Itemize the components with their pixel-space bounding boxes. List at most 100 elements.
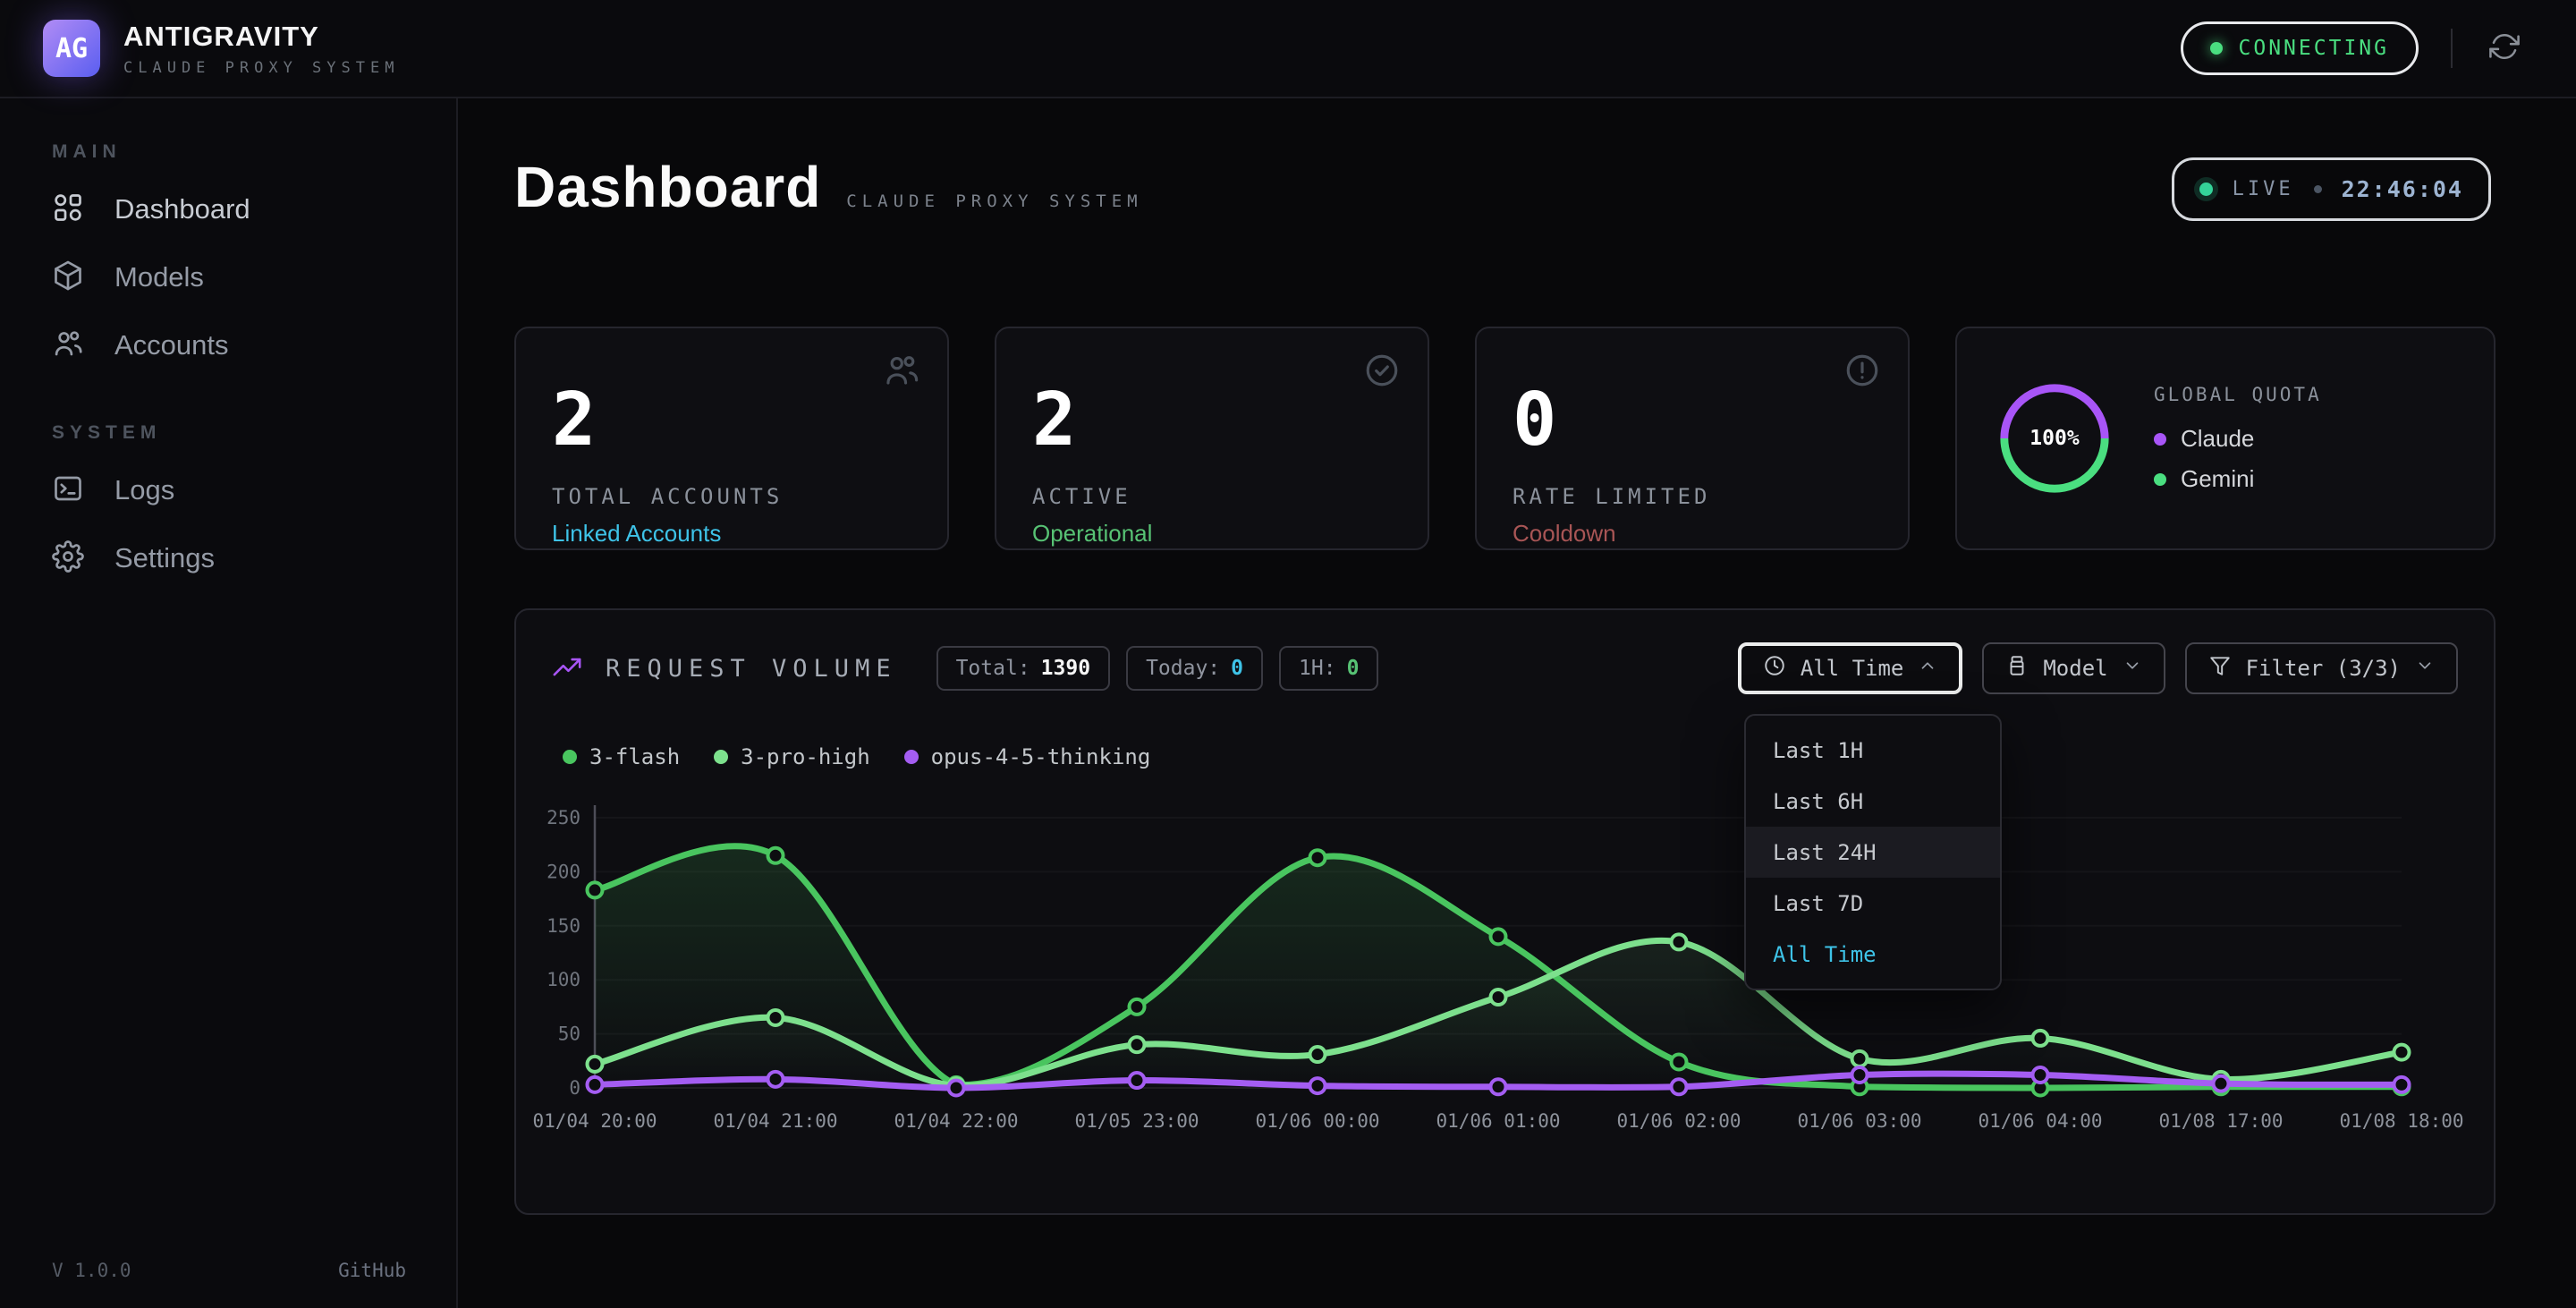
- data-point-3-flash[interactable]: [1491, 929, 1506, 944]
- menu-item-last-7d[interactable]: Last 7D: [1746, 878, 2000, 929]
- legend-dot-icon: [2154, 473, 2166, 486]
- data-point-3-pro-high[interactable]: [1130, 1037, 1145, 1052]
- data-point-3-flash[interactable]: [1130, 999, 1145, 1015]
- data-point-3-pro-high[interactable]: [588, 1057, 603, 1072]
- chart-legend-item-3-pro-high[interactable]: 3-pro-high: [714, 744, 870, 769]
- data-point-opus-4-5-thinking[interactable]: [1491, 1079, 1506, 1094]
- y-tick-label: 0: [569, 1077, 580, 1099]
- data-point-opus-4-5-thinking[interactable]: [768, 1072, 784, 1087]
- refresh-button[interactable]: [2485, 29, 2524, 68]
- data-point-3-pro-high[interactable]: [768, 1010, 784, 1025]
- data-point-3-flash[interactable]: [768, 848, 784, 863]
- quota-legend-label: Claude: [2181, 425, 2254, 453]
- app-logo: AG: [43, 20, 100, 77]
- refresh-icon: [2489, 31, 2520, 66]
- cube-icon: [52, 259, 84, 296]
- sidebar-item-accounts[interactable]: Accounts: [0, 311, 456, 379]
- global-quota-card: 100% GLOBAL QUOTA Claude Gemini: [1955, 327, 2496, 550]
- data-point-3-pro-high[interactable]: [1672, 934, 1687, 949]
- chart-legend-item-3-flash[interactable]: 3-flash: [563, 744, 680, 769]
- stat-label: ACTIVE: [1032, 484, 1392, 509]
- data-point-opus-4-5-thinking[interactable]: [1310, 1078, 1326, 1093]
- sidebar-item-logs[interactable]: Logs: [0, 456, 456, 524]
- data-point-opus-4-5-thinking[interactable]: [2033, 1067, 2048, 1083]
- data-point-opus-4-5-thinking[interactable]: [1852, 1067, 1868, 1083]
- status-dot-icon: [2210, 42, 2223, 55]
- time-range-dropdown[interactable]: All Time: [1738, 642, 1963, 694]
- app-version: V 1.0.0: [52, 1260, 131, 1281]
- data-point-opus-4-5-thinking[interactable]: [949, 1081, 964, 1096]
- data-point-3-flash[interactable]: [1310, 850, 1326, 865]
- data-point-opus-4-5-thinking[interactable]: [2214, 1076, 2229, 1091]
- sidebar-item-label: Accounts: [114, 329, 229, 361]
- volume-badge-total: Total:1390: [936, 646, 1110, 691]
- chart-legend-label: 3-flash: [589, 744, 680, 769]
- grid-icon: [52, 191, 84, 228]
- request-volume-title: REQUEST VOLUME: [606, 655, 897, 683]
- x-tick-label: 01/06 02:00: [1616, 1110, 1741, 1132]
- main-content: Dashboard CLAUDE PROXY SYSTEM LIVE 22:46…: [458, 98, 2576, 1308]
- quota-legend-label: Gemini: [2181, 465, 2254, 493]
- sidebar-item-dashboard[interactable]: Dashboard: [0, 175, 456, 243]
- x-tick-label: 01/06 04:00: [1978, 1110, 2102, 1132]
- data-point-opus-4-5-thinking[interactable]: [1672, 1079, 1687, 1094]
- chevron-down-icon: [2123, 656, 2142, 681]
- y-tick-label: 200: [547, 861, 580, 882]
- sidebar-item-settings[interactable]: Settings: [0, 524, 456, 592]
- x-tick-label: 01/05 23:00: [1074, 1110, 1199, 1132]
- sidebar-item-models[interactable]: Models: [0, 243, 456, 311]
- trending-up-icon: [552, 653, 582, 684]
- filter-dropdown[interactable]: Filter (3/3): [2185, 642, 2458, 694]
- quota-percent: 100%: [1993, 377, 2116, 500]
- quota-label: GLOBAL QUOTA: [2154, 384, 2322, 405]
- data-point-opus-4-5-thinking[interactable]: [1130, 1073, 1145, 1088]
- menu-item-last-1h[interactable]: Last 1H: [1746, 725, 2000, 776]
- check-circle-icon: [1363, 352, 1401, 389]
- data-point-3-pro-high[interactable]: [1310, 1047, 1326, 1062]
- data-point-3-flash[interactable]: [588, 882, 603, 897]
- stat-card-rate-limited: 0RATE LIMITEDCooldown: [1475, 327, 1910, 550]
- legend-dot-icon: [2154, 433, 2166, 446]
- y-tick-label: 250: [547, 807, 580, 828]
- chevron-down-icon: [2415, 656, 2435, 681]
- app-subtitle: CLAUDE PROXY SYSTEM: [123, 59, 399, 77]
- sidebar-item-label: Logs: [114, 474, 174, 506]
- filter-icon: [2208, 654, 2232, 683]
- sidebar-item-label: Settings: [114, 542, 215, 574]
- header-divider: [2451, 29, 2453, 68]
- model-dropdown[interactable]: Model: [1982, 642, 2165, 694]
- badge-label: Today:: [1146, 657, 1220, 680]
- data-point-opus-4-5-thinking[interactable]: [588, 1077, 603, 1092]
- connection-status-label: CONNECTING: [2239, 37, 2389, 60]
- terminal-icon: [52, 472, 84, 509]
- time-range-menu: Last 1HLast 6HLast 24HLast 7DAll Time: [1744, 714, 2002, 990]
- quota-legend-item-claude: Claude: [2154, 425, 2322, 453]
- menu-item-last-6h[interactable]: Last 6H: [1746, 776, 2000, 827]
- data-point-3-pro-high[interactable]: [2033, 1031, 2048, 1046]
- stat-cards-row: 2TOTAL ACCOUNTSLinked Accounts2ACTIVEOpe…: [514, 327, 2496, 550]
- data-point-3-pro-high[interactable]: [2394, 1045, 2410, 1060]
- time-range-label: All Time: [1801, 656, 1904, 681]
- live-clock: 22:46:04: [2342, 176, 2463, 202]
- alert-circle-icon: [1843, 352, 1881, 389]
- legend-dot-icon: [563, 750, 577, 764]
- data-point-3-pro-high[interactable]: [1491, 989, 1506, 1005]
- data-point-3-flash[interactable]: [1672, 1055, 1687, 1070]
- stat-label: TOTAL ACCOUNTS: [552, 484, 911, 509]
- menu-item-last-24h[interactable]: Last 24H: [1746, 827, 2000, 878]
- connection-status-badge: CONNECTING: [2181, 21, 2419, 75]
- menu-item-all-time[interactable]: All Time: [1746, 929, 2000, 980]
- separator-dot-icon: [2314, 185, 2322, 193]
- x-tick-label: 01/06 03:00: [1797, 1110, 1921, 1132]
- data-point-3-pro-high[interactable]: [1852, 1051, 1868, 1066]
- data-point-opus-4-5-thinking[interactable]: [2394, 1077, 2410, 1092]
- chart-legend-item-opus-4-5-thinking[interactable]: opus-4-5-thinking: [904, 744, 1151, 769]
- live-label: LIVE: [2233, 178, 2294, 200]
- nav-section-main: MAIN: [52, 141, 456, 163]
- live-dot-icon: [2199, 183, 2213, 196]
- stat-sublabel: Operational: [1032, 520, 1392, 548]
- github-link[interactable]: GitHub: [338, 1260, 406, 1281]
- page-subtitle: CLAUDE PROXY SYSTEM: [846, 191, 1142, 211]
- x-tick-label: 01/08 17:00: [2158, 1110, 2283, 1132]
- request-volume-chart: 05010015020025001/04 20:0001/04 21:0001/…: [552, 793, 2458, 1149]
